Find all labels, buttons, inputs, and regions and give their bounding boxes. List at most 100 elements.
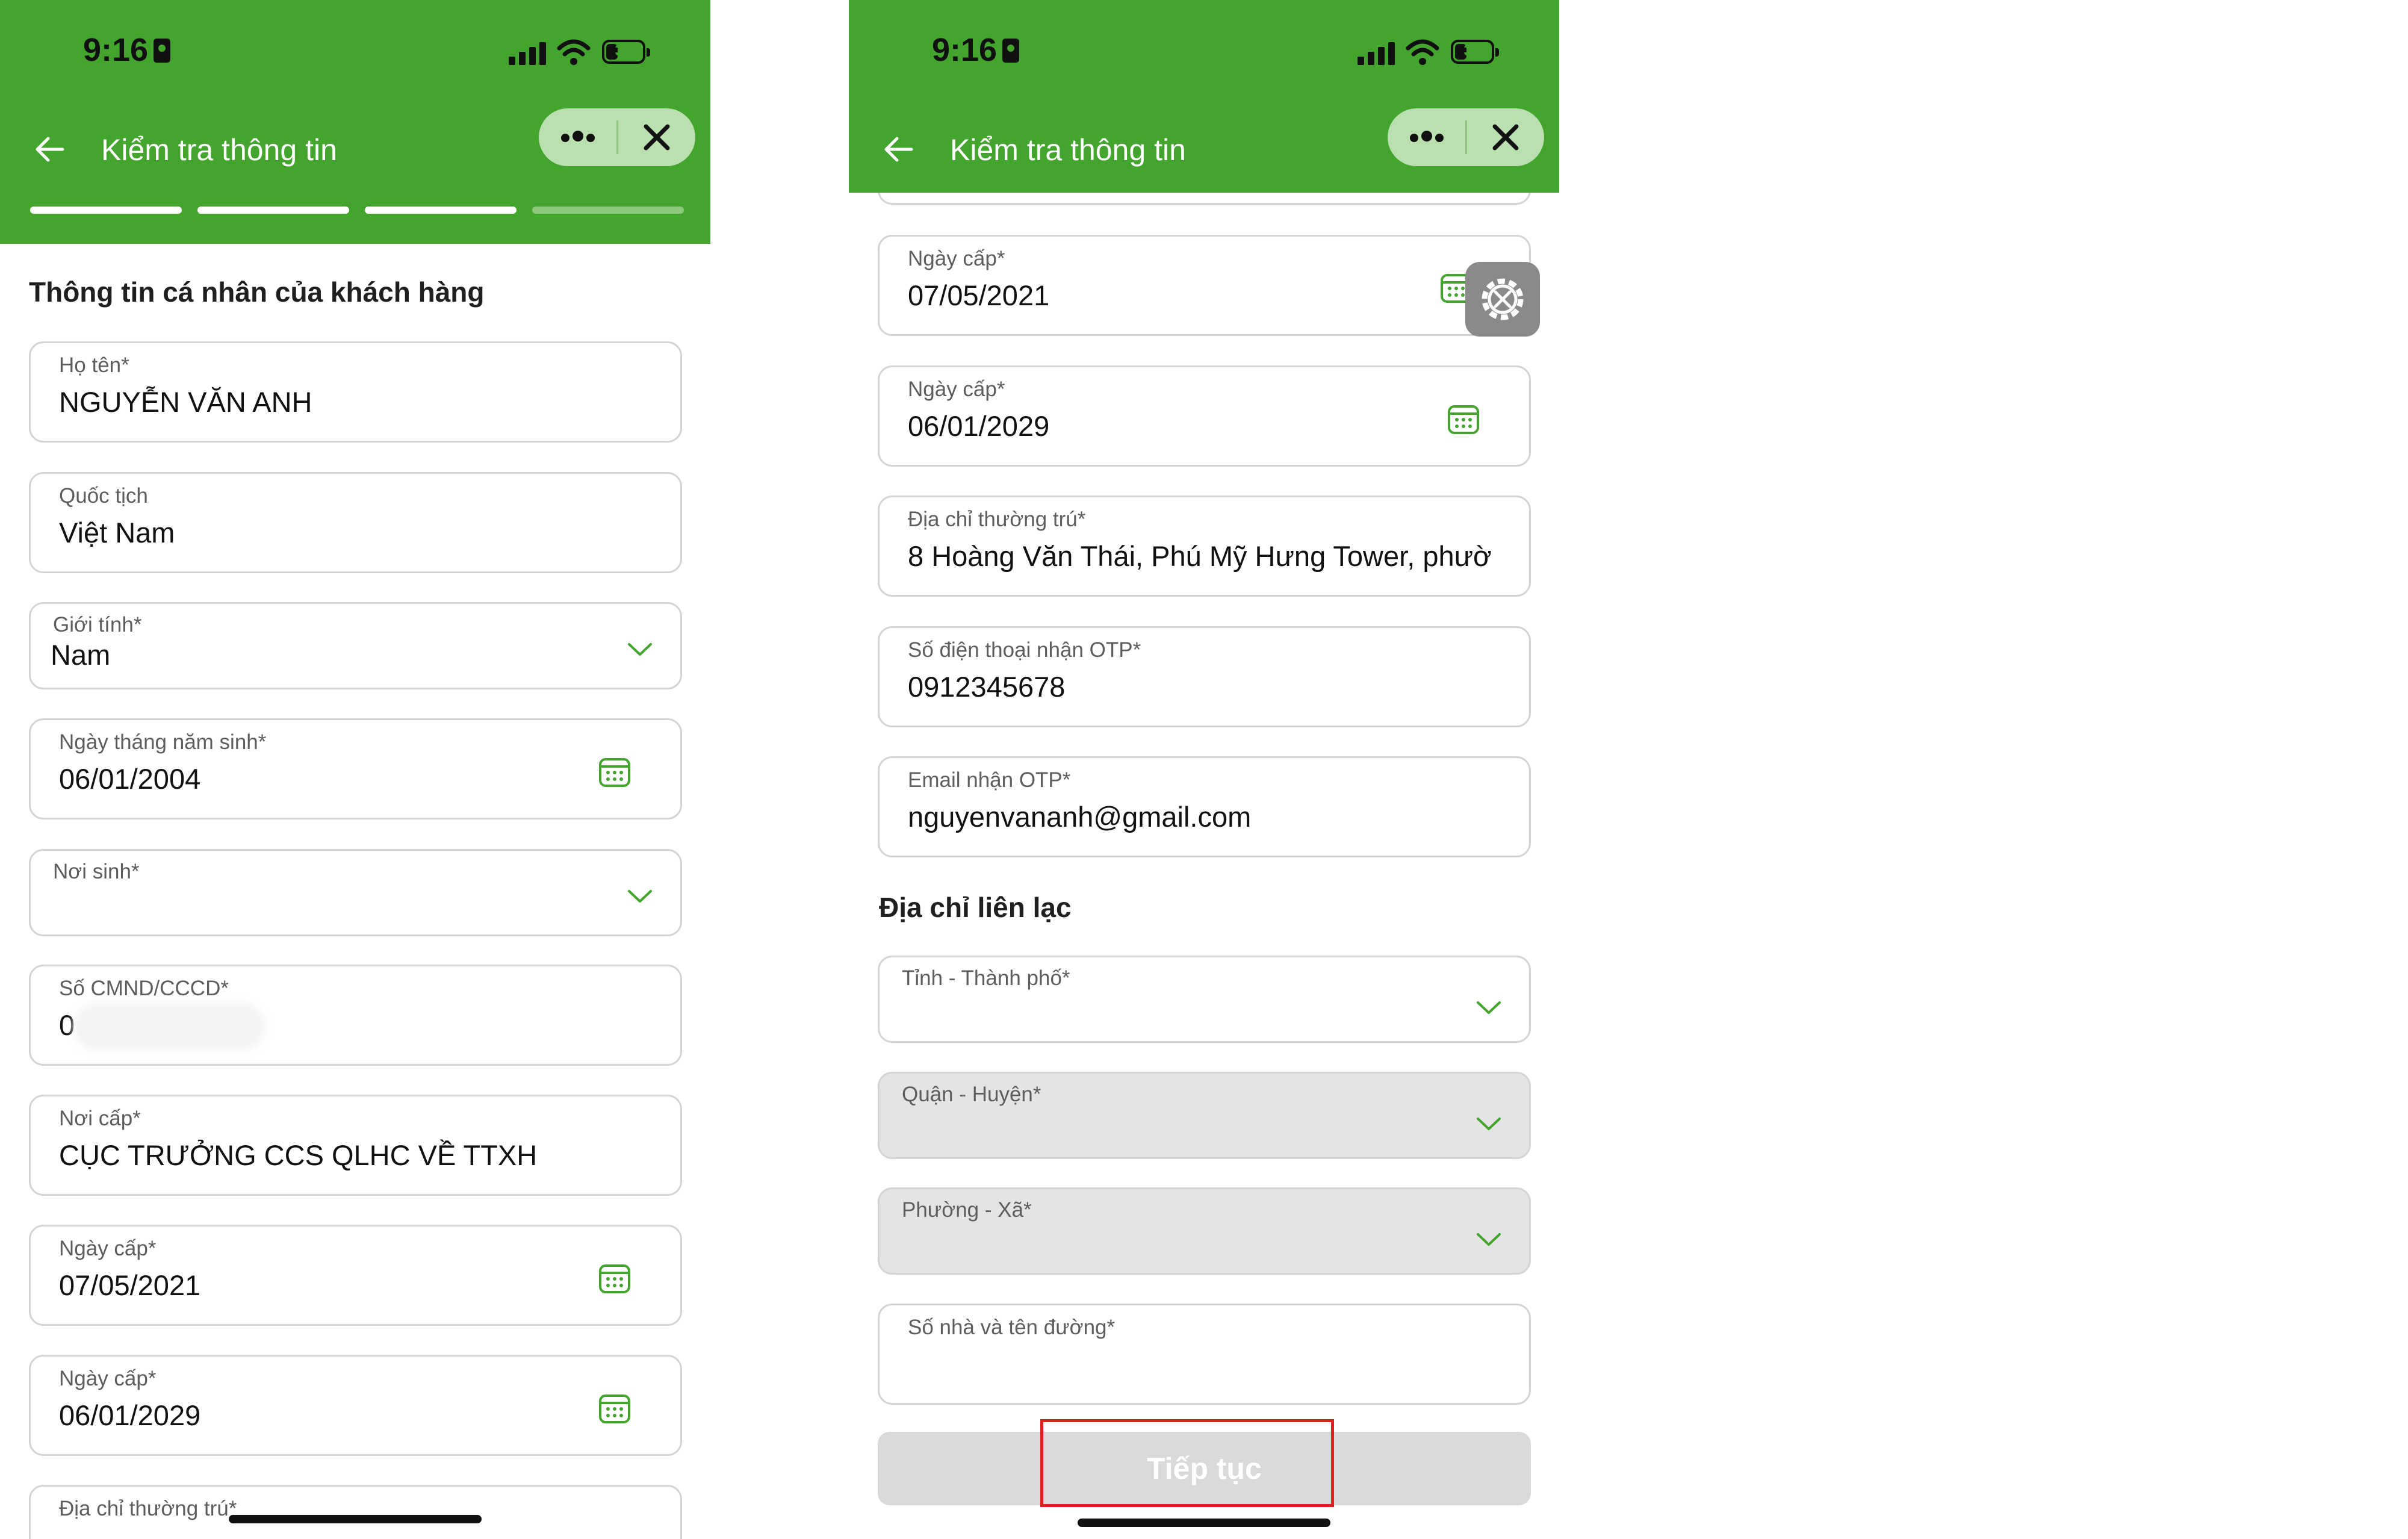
field-label: Địa chỉ thường trú* (59, 1497, 237, 1520)
assistive-settings-button[interactable] (1465, 262, 1540, 337)
close-button[interactable] (1467, 108, 1544, 166)
more-button[interactable] (539, 108, 617, 166)
otp-phone-field[interactable]: Số điện thoại nhận OTP* 0912345678 (878, 626, 1531, 727)
issue-date-field[interactable]: Ngày cấp* 07/05/2021 (29, 1225, 682, 1326)
progress-step (365, 207, 517, 214)
field-value: NGUYỄN VĂN ANH (59, 386, 312, 418)
chevron-down-icon (1477, 1001, 1501, 1014)
field-label: Số CMND/CCCD* (59, 977, 229, 1000)
calendar-icon[interactable] (597, 1390, 632, 1425)
field-label: Nơi cấp* (59, 1107, 141, 1130)
field-value: 07/05/2021 (59, 1269, 201, 1301)
field-label: Địa chỉ thường trú* (908, 508, 1086, 531)
field-label: Số điện thoại nhận OTP* (908, 638, 1141, 662)
more-dots-icon (561, 131, 595, 142)
field-label: Ngày cấp* (59, 1367, 157, 1390)
page-title: Kiểm tra thông tin (950, 133, 1186, 167)
home-indicator (1078, 1519, 1330, 1527)
back-arrow-icon[interactable] (880, 131, 916, 167)
expiry-date-field[interactable]: Ngày cấp* 06/01/2029 (29, 1355, 682, 1456)
calendar-icon[interactable] (597, 754, 632, 789)
field-label: Quận - Huyện* (902, 1083, 1041, 1106)
field-value: Việt Nam (59, 517, 175, 549)
field-value: 06/01/2029 (59, 1399, 201, 1431)
field-label: Số nhà và tên đường* (908, 1316, 1116, 1339)
field-value: 8 Hoàng Văn Thái, Phú Mỹ Hưng Tower, phư… (908, 540, 1492, 572)
field-value: CỤC TRƯỞNG CCS QLHC VỀ TTXH (59, 1139, 538, 1171)
battery-icon: 30 (1451, 40, 1499, 64)
section-title-personal-info: Thông tin cá nhân của khách hàng (29, 276, 485, 308)
sim-card-icon (154, 39, 170, 63)
gear-icon (1482, 278, 1524, 320)
battery-icon: 30 (602, 40, 650, 64)
id-number-field[interactable]: Số CMND/CCCD* 0 (29, 965, 682, 1066)
cellular-signal-icon (509, 41, 547, 65)
section-title-contact-address: Địa chỉ liên lạc (879, 892, 1072, 923)
district-select[interactable]: Quận - Huyện* (878, 1072, 1531, 1159)
app-header: 9:16 30 Kiểm tra thông tin (0, 0, 710, 244)
field-label: Họ tên* (59, 353, 129, 377)
mini-app-capsule (1388, 108, 1544, 166)
calendar-icon[interactable] (1446, 401, 1481, 436)
close-icon (1492, 124, 1519, 151)
field-label: Phường - Xã* (902, 1198, 1032, 1222)
field-label: Ngày cấp* (59, 1237, 157, 1260)
battery-level: 30 (1463, 41, 1482, 59)
screen-right: Ngày cấp* 07/05/2021 Ngày cấp* 06/01/202… (849, 0, 1559, 1539)
field-value: nguyenvananh@gmail.com (908, 801, 1252, 833)
more-button[interactable] (1388, 108, 1466, 166)
close-icon (644, 124, 670, 151)
chevron-down-icon (1477, 1233, 1501, 1246)
status-time: 9:16 (83, 32, 149, 68)
field-label: Nơi sinh* (53, 860, 140, 883)
field-label: Giới tính* (53, 613, 142, 636)
otp-email-field[interactable]: Email nhận OTP* nguyenvananh@gmail.com (878, 756, 1531, 857)
field-label: Ngày tháng năm sinh* (59, 730, 267, 754)
gender-select[interactable]: Giới tính* Nam (29, 602, 682, 689)
progress-step (532, 207, 684, 214)
full-name-field[interactable]: Họ tên* NGUYỄN VĂN ANH (29, 341, 682, 443)
field-value: Nam (51, 639, 111, 671)
street-address-field[interactable]: Số nhà và tên đường* (878, 1304, 1531, 1405)
status-time: 9:16 (932, 32, 998, 68)
province-select[interactable]: Tỉnh - Thành phố* (878, 956, 1531, 1043)
place-of-issue-field[interactable]: Nơi cấp* CỤC TRƯỞNG CCS QLHC VỀ TTXH (29, 1095, 682, 1196)
redaction-blur (73, 1003, 265, 1051)
more-dots-icon (1410, 131, 1444, 142)
chevron-down-icon (628, 890, 652, 903)
permanent-address-field[interactable]: Địa chỉ thường trú* 8 Hoàng Văn Thái, Ph… (878, 496, 1531, 597)
cellular-signal-icon (1358, 41, 1396, 65)
screen-left: 9:16 30 Kiểm tra thông tin Thông tin cá … (0, 0, 710, 1539)
field-label: Quốc tịch (59, 484, 148, 508)
sim-card-icon (1002, 39, 1019, 63)
date-of-birth-field[interactable]: Ngày tháng năm sinh* 06/01/2004 (29, 718, 682, 819)
ward-select[interactable]: Phường - Xã* (878, 1187, 1531, 1275)
wifi-icon (557, 39, 591, 65)
annotation-highlight-box (1040, 1419, 1334, 1507)
chevron-down-icon (628, 643, 652, 656)
home-indicator (229, 1515, 482, 1523)
calendar-icon[interactable] (597, 1260, 632, 1295)
nationality-field[interactable]: Quốc tịch Việt Nam (29, 472, 682, 573)
progress-step (197, 207, 349, 214)
field-label: Ngày cấp* (908, 378, 1005, 401)
field-label: Tỉnh - Thành phố* (902, 966, 1070, 990)
field-value: 06/01/2004 (59, 763, 201, 795)
step-progress-bar (30, 207, 684, 214)
field-label: Ngày cấp* (908, 247, 1005, 270)
issue-date-field[interactable]: Ngày cấp* 07/05/2021 (878, 235, 1531, 336)
wifi-icon (1406, 39, 1439, 65)
mini-app-capsule (539, 108, 695, 166)
field-label: Email nhận OTP* (908, 768, 1071, 792)
app-header: 9:16 30 Kiểm tra thông tin (849, 0, 1559, 193)
close-button[interactable] (618, 108, 695, 166)
permanent-address-field[interactable]: Địa chỉ thường trú* (29, 1485, 682, 1539)
back-arrow-icon[interactable] (31, 131, 67, 167)
field-value: 0912345678 (908, 671, 1066, 703)
place-of-birth-select[interactable]: Nơi sinh* (29, 849, 682, 936)
expiry-date-field[interactable]: Ngày cấp* 06/01/2029 (878, 365, 1531, 467)
chevron-down-icon (1477, 1118, 1501, 1130)
field-value: 07/05/2021 (908, 279, 1050, 311)
battery-level: 30 (615, 41, 633, 59)
progress-step (30, 207, 182, 214)
